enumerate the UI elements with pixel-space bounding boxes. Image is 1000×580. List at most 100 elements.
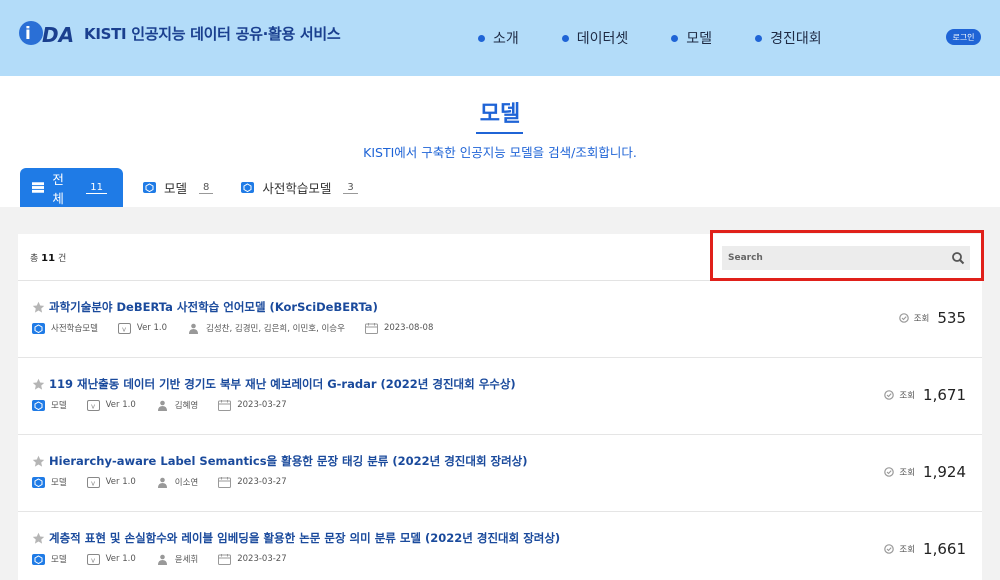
site-logo[interactable]: i DA KISTI 인공지능 데이터 공유·활용 서비스 bbox=[18, 16, 341, 50]
item-version-label: Ver 1.0 bbox=[105, 554, 136, 564]
views-count: 1,661 bbox=[923, 540, 966, 558]
item-date: 2023-08-08 bbox=[364, 322, 434, 334]
site-logo-text: KISTI 인공지능 데이터 공유·활용 서비스 bbox=[84, 24, 341, 43]
category-tabs: 전체 11 모델 8 사전학습모델 3 bbox=[20, 168, 374, 207]
svg-text:v: v bbox=[91, 402, 95, 410]
tab-models[interactable]: 모델 8 bbox=[123, 168, 229, 207]
calendar-icon bbox=[218, 476, 232, 488]
calendar-icon bbox=[218, 553, 232, 565]
item-title-text: 과학기술분야 DeBERTa 사전학습 언어모델 (KorSciDeBERTa) bbox=[49, 300, 378, 314]
site-header: i DA KISTI 인공지능 데이터 공유·활용 서비스 소개 데이터셋 모델… bbox=[0, 0, 1000, 76]
login-button[interactable]: 로그인 bbox=[946, 29, 981, 45]
views-label: 조회 bbox=[899, 468, 916, 478]
star-icon[interactable] bbox=[32, 301, 45, 314]
item-title-link[interactable]: 계층적 표현 및 손실함수와 레이블 임베딩을 활용한 논문 문장 의미 분류 … bbox=[32, 530, 560, 546]
bullet-icon bbox=[755, 34, 763, 42]
views-label: 조회 bbox=[899, 391, 916, 401]
eye-check-icon bbox=[898, 313, 909, 323]
item-title-text: 계층적 표현 및 손실함수와 레이블 임베딩을 활용한 논문 문장 의미 분류 … bbox=[49, 531, 561, 545]
item-date-label: 2023-03-27 bbox=[237, 554, 287, 564]
nav-item-intro[interactable]: 소개 bbox=[478, 28, 519, 48]
title-section: 모델 KISTI에서 구축한 인공지능 모델을 검색/조회합니다. 전체 11 … bbox=[0, 76, 1000, 207]
item-meta: 사전학습모델 v Ver 1.0 김성찬, 김경민, 김은희, 이민호, 이승우… bbox=[32, 322, 453, 334]
list-item[interactable]: 과학기술분야 DeBERTa 사전학습 언어모델 (KorSciDeBERTa)… bbox=[18, 281, 982, 358]
item-views: 조회 1,924 bbox=[884, 463, 966, 481]
tab-label: 전체 bbox=[52, 171, 64, 206]
star-icon[interactable] bbox=[32, 378, 45, 391]
svg-text:v: v bbox=[122, 325, 126, 333]
tab-label: 모델 bbox=[164, 181, 188, 196]
tab-pretrained-models[interactable]: 사전학습모델 3 bbox=[229, 168, 373, 207]
people-icon bbox=[189, 323, 199, 334]
item-date-label: 2023-03-27 bbox=[237, 477, 287, 487]
tab-all[interactable]: 전체 11 bbox=[20, 168, 123, 207]
search-input[interactable] bbox=[722, 246, 970, 270]
people-icon bbox=[157, 554, 167, 565]
item-version: v Ver 1.0 bbox=[86, 476, 136, 488]
model-list-panel: 총 11 건 과학기술분야 DeBERTa 사전학습 언어모델 (KorSciD… bbox=[18, 230, 984, 580]
version-icon: v bbox=[117, 322, 131, 334]
item-type-label: 사전학습모델 bbox=[51, 324, 98, 334]
item-version-label: Ver 1.0 bbox=[136, 323, 168, 333]
list-item[interactable]: 119 재난출동 데이터 기반 경기도 북부 재난 예보레이더 G-radar … bbox=[18, 358, 982, 435]
nav-item-label: 경진대회 bbox=[770, 31, 822, 47]
page-subtitle: KISTI에서 구축한 인공지능 모델을 검색/조회합니다. bbox=[363, 145, 637, 160]
version-icon: v bbox=[86, 476, 100, 488]
nav-item-competitions[interactable]: 경진대회 bbox=[755, 28, 822, 48]
item-version: v Ver 1.0 bbox=[86, 553, 136, 565]
item-type: 모델 bbox=[32, 476, 67, 488]
cube-icon bbox=[32, 476, 45, 488]
calendar-icon bbox=[364, 322, 378, 334]
views-count: 1,924 bbox=[923, 463, 966, 481]
nav-item-label: 모델 bbox=[686, 31, 713, 47]
item-authors: 이소연 bbox=[156, 476, 198, 488]
version-icon: v bbox=[86, 553, 100, 565]
item-title-text: 119 재난출동 데이터 기반 경기도 북부 재난 예보레이더 G-radar … bbox=[49, 377, 516, 391]
star-icon[interactable] bbox=[32, 532, 45, 545]
nav-item-datasets[interactable]: 데이터셋 bbox=[561, 28, 628, 48]
item-type-label: 모델 bbox=[51, 478, 67, 488]
views-count: 535 bbox=[937, 309, 966, 327]
item-title-link[interactable]: 과학기술분야 DeBERTa 사전학습 언어모델 (KorSciDeBERTa) bbox=[32, 299, 378, 315]
calendar-icon bbox=[218, 399, 232, 411]
item-authors: 윤세휘 bbox=[156, 553, 198, 565]
item-meta: 모델 v Ver 1.0 김혜영 2023-03-27 bbox=[32, 399, 307, 411]
item-date-label: 2023-08-08 bbox=[383, 323, 434, 333]
item-version: v Ver 1.0 bbox=[117, 322, 168, 334]
item-meta: 모델 v Ver 1.0 이소연 2023-03-27 bbox=[32, 476, 307, 488]
item-authors-label: 김성찬, 김경민, 김은희, 이민호, 이승우 bbox=[206, 324, 345, 334]
list-item[interactable]: Hierarchy-aware Label Semantics을 활용한 문장 … bbox=[18, 435, 982, 512]
version-icon: v bbox=[86, 399, 100, 411]
views-label: 조회 bbox=[913, 314, 930, 324]
item-title-link[interactable]: 119 재난출동 데이터 기반 경기도 북부 재난 예보레이더 G-radar … bbox=[32, 376, 516, 392]
total-suffix: 건 bbox=[57, 254, 67, 264]
page-title: 모델 bbox=[479, 102, 521, 127]
item-version-label: Ver 1.0 bbox=[105, 400, 136, 410]
total-number: 11 bbox=[41, 253, 56, 264]
tab-label: 사전학습모델 bbox=[262, 181, 332, 196]
item-authors: 김혜영 bbox=[156, 399, 198, 411]
title-underline bbox=[476, 132, 523, 134]
list-item[interactable]: 계층적 표현 및 손실함수와 레이블 임베딩을 활용한 논문 문장 의미 분류 … bbox=[18, 512, 982, 580]
views-count: 1,671 bbox=[923, 386, 966, 404]
tab-count: 3 bbox=[343, 182, 358, 194]
item-title-link[interactable]: Hierarchy-aware Label Semantics을 활용한 문장 … bbox=[32, 453, 528, 469]
bullet-icon bbox=[671, 34, 679, 42]
people-icon bbox=[157, 477, 167, 488]
cube-icon bbox=[32, 322, 45, 334]
item-date: 2023-03-27 bbox=[218, 553, 287, 565]
bullet-icon bbox=[561, 34, 569, 42]
tab-count: 8 bbox=[199, 182, 214, 194]
item-type: 모델 bbox=[32, 399, 67, 411]
main-nav: 소개 데이터셋 모델 경진대회 bbox=[478, 28, 865, 48]
search-icon[interactable] bbox=[951, 251, 965, 265]
total-count: 총 11 건 bbox=[30, 251, 66, 264]
item-date-label: 2023-03-27 bbox=[237, 400, 287, 410]
nav-item-models[interactable]: 모델 bbox=[671, 28, 712, 48]
item-type: 사전학습모델 bbox=[32, 322, 98, 334]
item-views: 조회 1,661 bbox=[884, 540, 966, 558]
eye-check-icon bbox=[884, 390, 895, 400]
views-label: 조회 bbox=[899, 545, 916, 555]
svg-text:DA: DA bbox=[42, 23, 74, 47]
star-icon[interactable] bbox=[32, 455, 45, 468]
